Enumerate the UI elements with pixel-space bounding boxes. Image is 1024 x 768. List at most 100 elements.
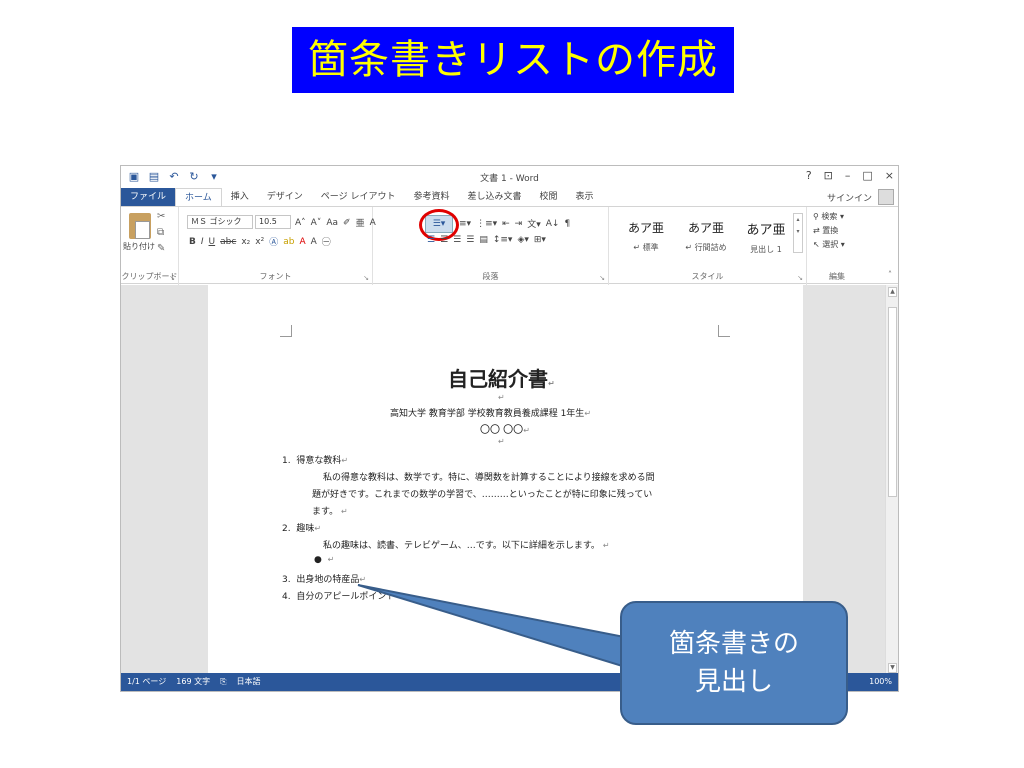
clear-format-icon[interactable]: ✐ bbox=[343, 218, 351, 228]
vertical-scrollbar[interactable]: ▲ ▼ bbox=[885, 285, 898, 675]
change-case-icon[interactable]: Aa bbox=[326, 218, 338, 228]
tab-mailings[interactable]: 差し込み文書 bbox=[458, 188, 530, 206]
paragraph-mark: ↵ bbox=[498, 437, 505, 446]
phonetic-guide-icon[interactable]: 亜 bbox=[356, 216, 365, 229]
bullet-item: ● ↵ bbox=[314, 555, 335, 565]
tab-page-layout[interactable]: ページ レイアウト bbox=[312, 188, 405, 206]
strikethrough-icon[interactable]: abc bbox=[220, 237, 236, 247]
clipboard-launcher-icon[interactable]: ↘ bbox=[169, 274, 175, 282]
window-controls: ? ⊡ – □ × bbox=[806, 169, 894, 182]
document-title: 文書 1 - Word bbox=[480, 174, 539, 184]
cursor-icon: ↖ bbox=[813, 240, 823, 249]
superscript-icon[interactable]: x² bbox=[255, 237, 264, 247]
tab-file[interactable]: ファイル bbox=[121, 188, 176, 206]
font-label: フォント bbox=[259, 272, 292, 281]
close-icon[interactable]: × bbox=[885, 169, 894, 182]
justify-icon[interactable]: ☰ bbox=[466, 235, 474, 245]
font-color-icon[interactable]: A bbox=[299, 237, 305, 247]
asian-layout-icon[interactable]: 文▾ bbox=[527, 217, 541, 230]
callout-line-2: 見出し bbox=[694, 667, 773, 697]
maximize-icon[interactable]: □ bbox=[862, 169, 872, 182]
line-spacing-icon[interactable]: ↕≡▾ bbox=[493, 235, 513, 245]
tab-references[interactable]: 参考資料 bbox=[404, 188, 458, 206]
style-no-spacing[interactable]: あア亜 ↵ 行間詰め bbox=[677, 213, 735, 253]
show-marks-icon[interactable]: ¶ bbox=[564, 219, 570, 229]
copy-icon[interactable]: ⧉ bbox=[157, 227, 164, 238]
font-launcher-icon[interactable]: ↘ bbox=[363, 274, 369, 282]
char-shading-icon[interactable]: A bbox=[311, 237, 317, 247]
cut-icon[interactable]: ✂ bbox=[157, 211, 165, 222]
tab-review[interactable]: 校閲 bbox=[531, 188, 567, 206]
body-line: ます。 ↵ bbox=[312, 507, 348, 517]
editing-label: 編集 bbox=[829, 272, 845, 281]
replace-button[interactable]: ⇄ 置換 bbox=[813, 225, 838, 236]
italic-icon[interactable]: I bbox=[201, 237, 204, 247]
align-left-icon[interactable]: ☰ bbox=[427, 235, 435, 245]
style-sample: あア亜 bbox=[687, 221, 724, 235]
font-name-select[interactable]: ＭＳ ゴシック bbox=[187, 215, 253, 229]
minimize-icon[interactable]: – bbox=[845, 169, 851, 182]
proofing-icon[interactable]: ⎘ bbox=[220, 673, 226, 691]
body-line: 題が好きです。これまでの数学の学習で、………といったことが特に印象に残ってい bbox=[312, 490, 653, 500]
body-line: 私の得意な教科は、数学です。特に、導関数を計算することにより接線を求める問 bbox=[323, 473, 655, 483]
style-name: ↵ 行間詰め bbox=[685, 243, 727, 252]
margin-mark bbox=[718, 325, 730, 337]
numbering-icon[interactable]: ≡▾ bbox=[459, 219, 471, 229]
paragraph-label: 段落 bbox=[482, 272, 499, 281]
ribbon-display-icon[interactable]: ⊡ bbox=[824, 169, 833, 182]
font-group: ＭＳ ゴシック 10.5 A˄ A˅ Aa ✐ 亜 A B I U abc x₂… bbox=[179, 207, 376, 285]
style-sample: あア亜 bbox=[746, 223, 786, 238]
paste-icon[interactable] bbox=[129, 213, 151, 239]
tab-view[interactable]: 表示 bbox=[567, 188, 603, 206]
borders-icon[interactable]: ⊞▾ bbox=[534, 235, 546, 245]
replace-label: 置換 bbox=[822, 226, 839, 235]
align-center-icon[interactable]: ☰ bbox=[440, 235, 448, 245]
tab-design[interactable]: デザイン bbox=[258, 188, 312, 206]
subscript-icon[interactable]: x₂ bbox=[241, 237, 250, 247]
signin-link[interactable]: サインイン bbox=[827, 191, 872, 204]
paragraph-launcher-icon[interactable]: ↘ bbox=[599, 274, 605, 282]
clipboard-group: 貼り付け ✂ ⧉ ✎ クリップボード ↘ bbox=[121, 207, 179, 285]
bullet-icon: ● bbox=[314, 555, 322, 565]
sort-icon[interactable]: A↓ bbox=[546, 219, 560, 229]
page-count[interactable]: 1/1 ページ bbox=[127, 673, 166, 691]
highlight-icon[interactable]: ab bbox=[283, 237, 294, 247]
style-name: ↵ 標準 bbox=[633, 243, 659, 252]
style-normal[interactable]: あア亜 ↵ 標準 bbox=[617, 213, 675, 253]
styles-gallery-scroll[interactable]: ▴ ▾ bbox=[793, 213, 803, 253]
find-button[interactable]: ⚲ 検索 ▾ bbox=[813, 211, 844, 222]
align-right-icon[interactable]: ☰ bbox=[453, 235, 461, 245]
grow-font-icon[interactable]: A˄ bbox=[295, 218, 306, 228]
zoom-level[interactable]: 100% bbox=[869, 673, 892, 691]
shrink-font-icon[interactable]: A˅ bbox=[311, 218, 322, 228]
tab-insert[interactable]: 挿入 bbox=[222, 188, 258, 206]
paragraph-mark: ↵ bbox=[498, 393, 505, 402]
replace-icon: ⇄ bbox=[813, 226, 823, 235]
enclose-char-icon[interactable]: ㊀ bbox=[322, 235, 331, 248]
collapse-ribbon-icon[interactable]: ˄ bbox=[888, 270, 892, 279]
language-indicator[interactable]: 日本語 bbox=[236, 673, 260, 691]
paste-button[interactable]: 貼り付け bbox=[123, 241, 155, 252]
list-item: 1. 得意な教科↵ bbox=[282, 456, 349, 466]
decrease-indent-icon[interactable]: ⇤ bbox=[502, 219, 510, 229]
affiliation-line: 高知大学 教育学部 学校教育教員養成課程 1年生↵ bbox=[390, 409, 592, 419]
underline-icon[interactable]: U bbox=[209, 237, 216, 247]
increase-indent-icon[interactable]: ⇥ bbox=[515, 219, 523, 229]
scroll-down-icon[interactable]: ▼ bbox=[888, 663, 897, 673]
shading-icon[interactable]: ◈▾ bbox=[517, 235, 528, 245]
font-size-select[interactable]: 10.5 bbox=[255, 215, 291, 229]
distribute-icon[interactable]: ▤ bbox=[479, 235, 488, 245]
bold-icon[interactable]: B bbox=[189, 237, 196, 247]
scroll-thumb[interactable] bbox=[888, 307, 897, 497]
text-effects-icon[interactable]: Ⓐ bbox=[269, 235, 278, 248]
tab-home[interactable]: ホーム bbox=[175, 188, 222, 206]
styles-launcher-icon[interactable]: ↘ bbox=[797, 274, 803, 282]
avatar[interactable] bbox=[878, 189, 894, 205]
format-painter-icon[interactable]: ✎ bbox=[157, 243, 165, 254]
help-icon[interactable]: ? bbox=[806, 169, 812, 182]
word-count[interactable]: 169 文字 bbox=[176, 673, 210, 691]
style-heading-1[interactable]: あア亜 見出し 1 bbox=[737, 213, 795, 254]
multilevel-list-icon[interactable]: ⋮≡▾ bbox=[476, 219, 497, 229]
scroll-up-icon[interactable]: ▲ bbox=[888, 287, 897, 297]
select-button[interactable]: ↖ 選択 ▾ bbox=[813, 239, 845, 250]
